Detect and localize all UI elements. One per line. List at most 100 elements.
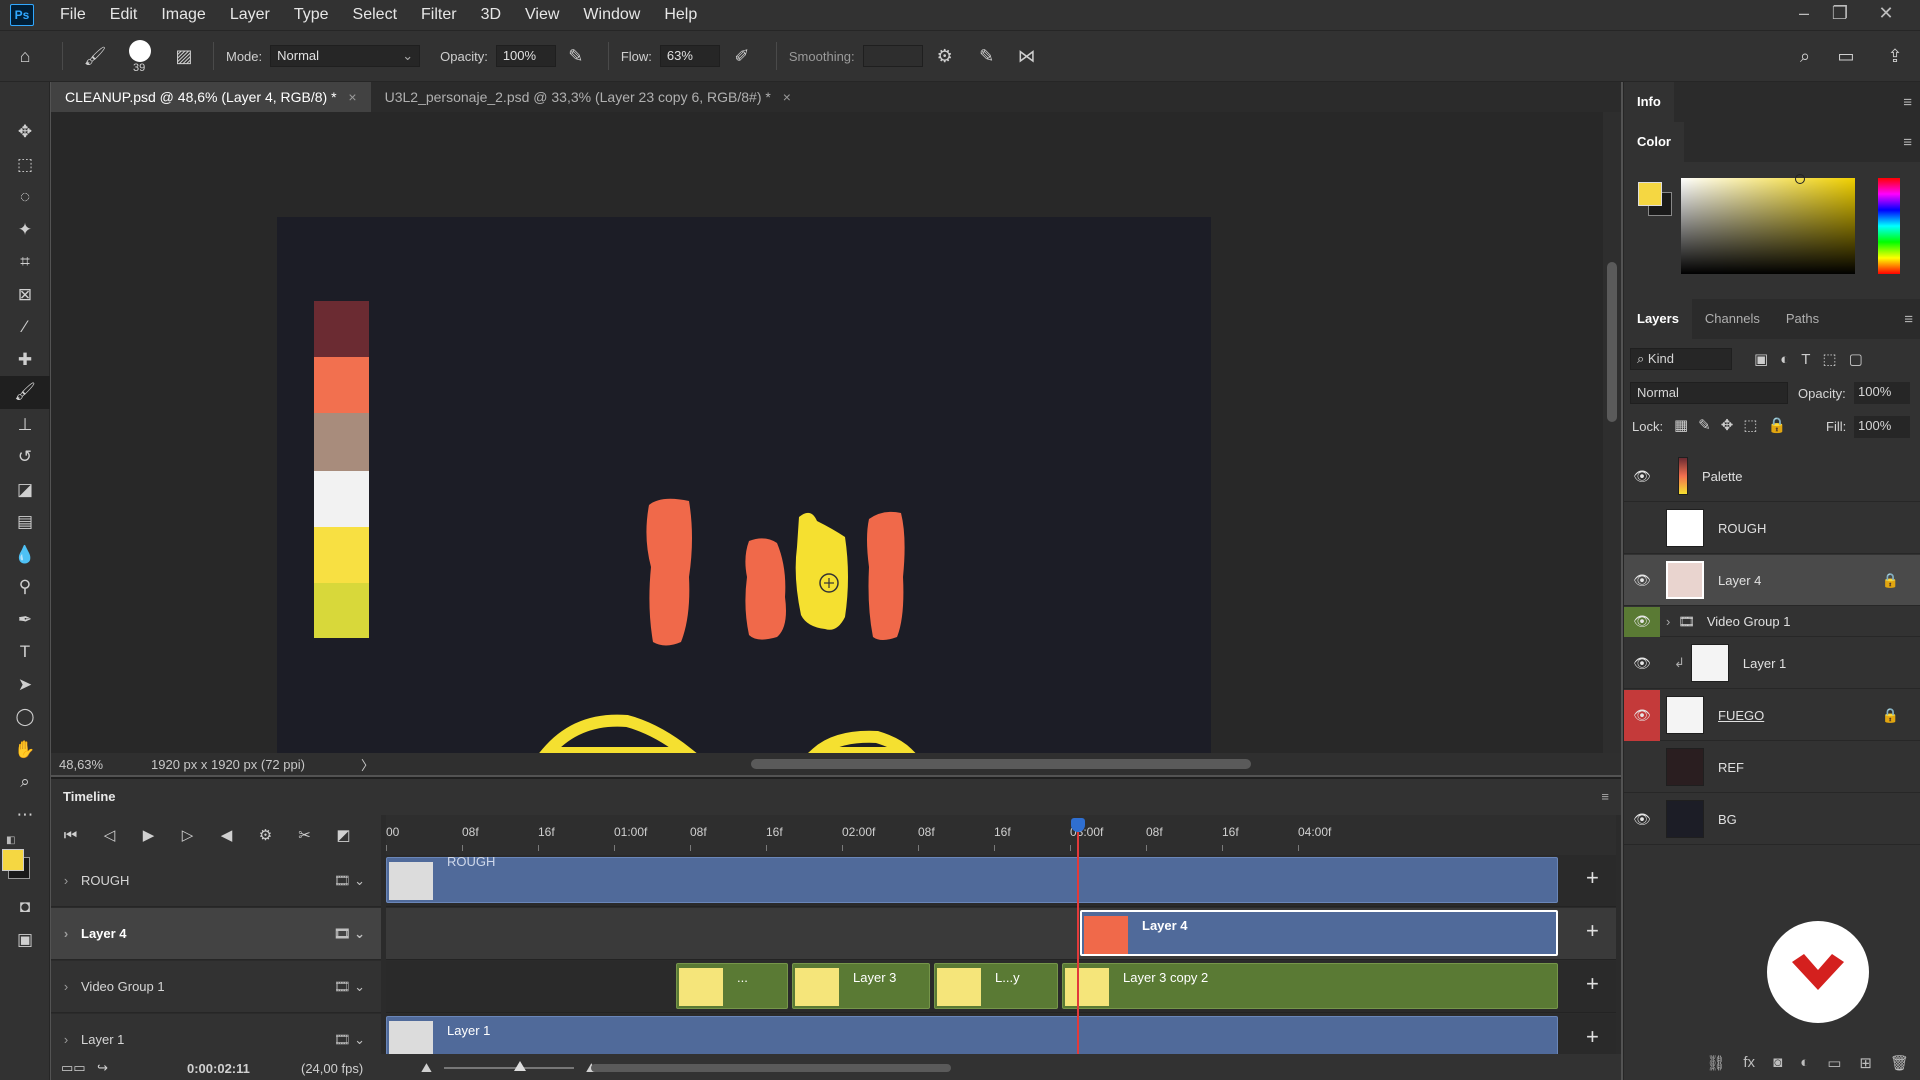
- track-row-video-group-1[interactable]: ... Layer 3 L...y Layer 3 copy 2: [386, 961, 1616, 1013]
- next-frame-icon[interactable]: ▷: [168, 826, 207, 844]
- layer-filter-icons[interactable]: ▣◐T⬚▢: [1754, 350, 1875, 368]
- type-tool-icon[interactable]: T: [0, 636, 50, 669]
- filter-kind-select[interactable]: ⌕ Kind: [1630, 348, 1732, 370]
- render-video-icon[interactable]: ↪: [97, 1060, 147, 1076]
- color-swatches[interactable]: ◧: [0, 831, 49, 891]
- layer-ref[interactable]: REF: [1624, 742, 1920, 793]
- airbrush-icon[interactable]: ✐: [720, 46, 764, 67]
- menu-filter[interactable]: Filter: [409, 0, 469, 30]
- layer-rough[interactable]: ROUGH: [1624, 503, 1920, 554]
- film-icon[interactable]: 🎞 ⌄: [334, 1032, 365, 1048]
- eye-icon[interactable]: 👁: [1624, 606, 1660, 637]
- search-icon[interactable]: ⌕: [1790, 46, 1820, 67]
- brush-tool-icon[interactable]: 🖌: [75, 46, 115, 67]
- canvas-area[interactable]: [51, 112, 1603, 753]
- clip-rough[interactable]: ROUGH: [386, 854, 1558, 903]
- tab-paths[interactable]: Paths: [1773, 299, 1832, 339]
- opacity-field[interactable]: 100%: [495, 45, 556, 67]
- menu-help[interactable]: Help: [652, 0, 709, 30]
- menu-edit[interactable]: Edit: [98, 0, 150, 30]
- smoothing-field[interactable]: [862, 45, 923, 67]
- zoom-level[interactable]: 48,63%: [59, 757, 139, 772]
- previous-frame-icon[interactable]: ◁: [90, 826, 129, 844]
- minimize-icon[interactable]: –: [1786, 0, 1822, 28]
- layer-layer-1[interactable]: 👁 ↲ Layer 1: [1624, 638, 1920, 689]
- track-row-rough[interactable]: ROUGH: [386, 854, 1616, 907]
- eye-icon[interactable]: 👁: [1624, 555, 1660, 606]
- adjustment-layer-icon[interactable]: ◐: [1800, 1054, 1809, 1071]
- quick-mask-icon[interactable]: ◘: [0, 891, 50, 924]
- symmetry-butterfly-icon[interactable]: ⋈: [1007, 46, 1047, 67]
- layer-bg[interactable]: 👁 BG: [1624, 794, 1920, 845]
- chevron-right-icon[interactable]: ›: [51, 873, 81, 888]
- menu-file[interactable]: File: [48, 0, 98, 30]
- blur-tool-icon[interactable]: 💧: [0, 539, 50, 572]
- zoom-out-icon[interactable]: ⛰: [421, 1060, 432, 1076]
- move-tool-icon[interactable]: ✥: [0, 116, 50, 149]
- film-icon[interactable]: 🎞 ⌄: [334, 926, 365, 942]
- doc-tab-cleanup[interactable]: CLEANUP.psd @ 48,6% (Layer 4, RGB/8) * ×: [51, 82, 371, 112]
- mute-audio-icon[interactable]: ◀: [207, 826, 246, 844]
- home-icon[interactable]: ⌂: [0, 46, 50, 67]
- magic-wand-tool-icon[interactable]: ✦: [0, 214, 50, 247]
- foreground-color-swatch[interactable]: [1638, 182, 1662, 206]
- more-tools-icon[interactable]: ⋯: [0, 799, 50, 832]
- layer-opacity-field[interactable]: 100%: [1854, 382, 1910, 404]
- add-media-icon[interactable]: +: [1586, 971, 1599, 997]
- add-media-icon[interactable]: +: [1586, 865, 1599, 891]
- pen-tool-icon[interactable]: ✒: [0, 604, 50, 637]
- menu-image[interactable]: Image: [149, 0, 217, 30]
- history-brush-tool-icon[interactable]: ↺: [0, 441, 50, 474]
- crop-tool-icon[interactable]: ⌗: [0, 246, 50, 279]
- layer-video-group-1[interactable]: 👁 › 🎞 Video Group 1: [1624, 606, 1920, 637]
- color-picker-cursor[interactable]: [1795, 174, 1805, 184]
- eye-hidden-icon[interactable]: [1624, 503, 1660, 554]
- trash-icon[interactable]: 🗑: [1890, 1054, 1909, 1072]
- layer-palette[interactable]: 👁 Palette: [1624, 451, 1920, 502]
- fill-field[interactable]: 100%: [1854, 416, 1910, 438]
- link-layers-icon[interactable]: ⛓: [1706, 1054, 1725, 1072]
- workspace-icon[interactable]: ▭: [1826, 46, 1866, 67]
- brush-settings-icon[interactable]: ▨: [167, 46, 201, 67]
- flow-field[interactable]: 63%: [659, 45, 720, 67]
- lock-options-icons[interactable]: ▦✎✥⬚🔒: [1674, 416, 1796, 434]
- add-media-icon[interactable]: +: [1586, 1024, 1599, 1050]
- color-picker-field[interactable]: [1681, 174, 1855, 274]
- menu-window[interactable]: Window: [571, 0, 652, 30]
- layer-fuego[interactable]: 👁 FUEGO 🔒: [1624, 689, 1920, 741]
- menu-3d[interactable]: 3D: [469, 0, 513, 30]
- foreground-color-swatch[interactable]: [2, 849, 24, 871]
- timeline-zoom-slider[interactable]: [443, 1061, 574, 1071]
- tab-color[interactable]: Color: [1624, 122, 1684, 162]
- chevron-right-icon[interactable]: ›: [1666, 614, 1670, 629]
- slider-handle[interactable]: [513, 1061, 526, 1071]
- vertical-scrollbar[interactable]: [1603, 112, 1621, 753]
- close-window-icon[interactable]: ✕: [1868, 0, 1904, 28]
- ellipse-tool-icon[interactable]: ◯: [0, 701, 50, 734]
- add-mask-icon[interactable]: ◙: [1773, 1054, 1782, 1071]
- tab-layers[interactable]: Layers: [1624, 299, 1692, 339]
- brush-tool-icon[interactable]: 🖌: [0, 376, 50, 409]
- menu-layer[interactable]: Layer: [218, 0, 282, 30]
- doc-tab-personaje[interactable]: U3L2_personaje_2.psd @ 33,3% (Layer 23 c…: [371, 82, 805, 112]
- brush-preset-picker[interactable]: 39: [115, 36, 167, 76]
- marquee-tool-icon[interactable]: ⬚: [0, 149, 50, 182]
- clip-layer-3-copy[interactable]: L...y: [934, 963, 1058, 1009]
- playhead-handle[interactable]: [1071, 818, 1085, 832]
- mode-select[interactable]: Normal ⌄: [270, 45, 421, 67]
- clip-layer-3[interactable]: Layer 3: [792, 963, 930, 1009]
- eye-icon[interactable]: 👁: [1624, 794, 1660, 845]
- layer-layer-4[interactable]: 👁 Layer 4 🔒: [1624, 555, 1920, 606]
- eyedropper-tool-icon[interactable]: ⁄: [0, 311, 50, 344]
- horizontal-scrollbar[interactable]: [351, 759, 1581, 769]
- pressure-opacity-icon[interactable]: ✎: [556, 46, 596, 67]
- new-layer-icon[interactable]: ⊞: [1859, 1054, 1872, 1072]
- go-to-first-frame-icon[interactable]: ⏮: [51, 827, 90, 844]
- track-video-group-1[interactable]: › Video Group 1 🎞 ⌄: [51, 961, 381, 1013]
- clip-group-1[interactable]: ...: [676, 963, 788, 1009]
- tab-info[interactable]: Info: [1624, 82, 1674, 122]
- eye-icon[interactable]: 👁: [1624, 689, 1660, 741]
- track-rough[interactable]: › ROUGH 🎞 ⌄: [51, 855, 381, 907]
- healing-brush-tool-icon[interactable]: ✚: [0, 344, 50, 377]
- hand-tool-icon[interactable]: ✋: [0, 734, 50, 767]
